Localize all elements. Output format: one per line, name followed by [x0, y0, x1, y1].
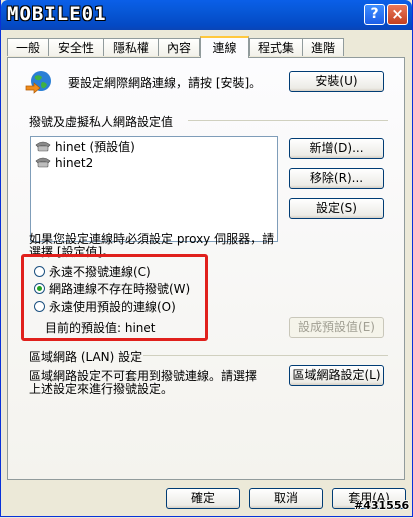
watermark-id: #431556: [354, 499, 410, 512]
brand-logo: MOBILE01: [7, 3, 107, 25]
tab-privacy[interactable]: 隱私權: [103, 38, 159, 56]
connection-list[interactable]: hinet (預設值) hinet2: [30, 136, 278, 242]
tab-content[interactable]: 內容: [158, 38, 200, 56]
set-default-button[interactable]: 設成預設值(E): [289, 317, 384, 338]
lan-divider: [143, 355, 388, 356]
list-item[interactable]: hinet2: [35, 155, 93, 171]
add-connection-button[interactable]: 新增(D)...: [289, 138, 384, 159]
dialup-divider: [188, 120, 388, 121]
dialup-section-label: 撥號及虛擬私人網路設定值: [29, 115, 174, 129]
tab-programs[interactable]: 程式集: [249, 38, 303, 56]
lan-description-line2: 上述設定來進行撥號設定。: [29, 382, 174, 396]
tab-security[interactable]: 安全性: [48, 38, 104, 56]
help-button[interactable]: ?: [364, 4, 385, 25]
title-bar[interactable]: MOBILE01 ? ×: [1, 0, 412, 30]
ok-button[interactable]: 確定: [166, 488, 240, 509]
list-item[interactable]: hinet (預設值): [35, 139, 135, 155]
close-button[interactable]: ×: [387, 4, 408, 25]
lan-settings-button[interactable]: 區域網路設定(L): [289, 365, 384, 386]
remove-connection-button[interactable]: 移除(R)...: [289, 168, 384, 189]
cancel-button[interactable]: 取消: [249, 488, 323, 509]
highlight-annotation: [21, 254, 208, 341]
setup-button[interactable]: 安裝(U): [289, 71, 384, 92]
lan-section-label: 區域網路 (LAN) 設定: [29, 350, 143, 364]
dialup-phone-icon: [35, 157, 51, 168]
dialup-phone-icon: [35, 141, 51, 152]
tab-advanced[interactable]: 進階: [302, 38, 344, 56]
connection-label: hinet2: [55, 156, 94, 170]
internet-globe-icon: [25, 71, 51, 94]
tab-general[interactable]: 一般: [7, 38, 49, 56]
connection-settings-button[interactable]: 設定(S): [289, 198, 384, 219]
internet-options-window: MOBILE01 ? × 一般 安全性 隱私權 內容 連線 程式集 進階 要設定…: [0, 0, 413, 517]
setup-description: 要設定網際網路連線，請按 [安裝]。: [68, 76, 262, 90]
tab-connections[interactable]: 連線: [200, 36, 249, 58]
connection-label: hinet (預設值): [55, 140, 135, 154]
